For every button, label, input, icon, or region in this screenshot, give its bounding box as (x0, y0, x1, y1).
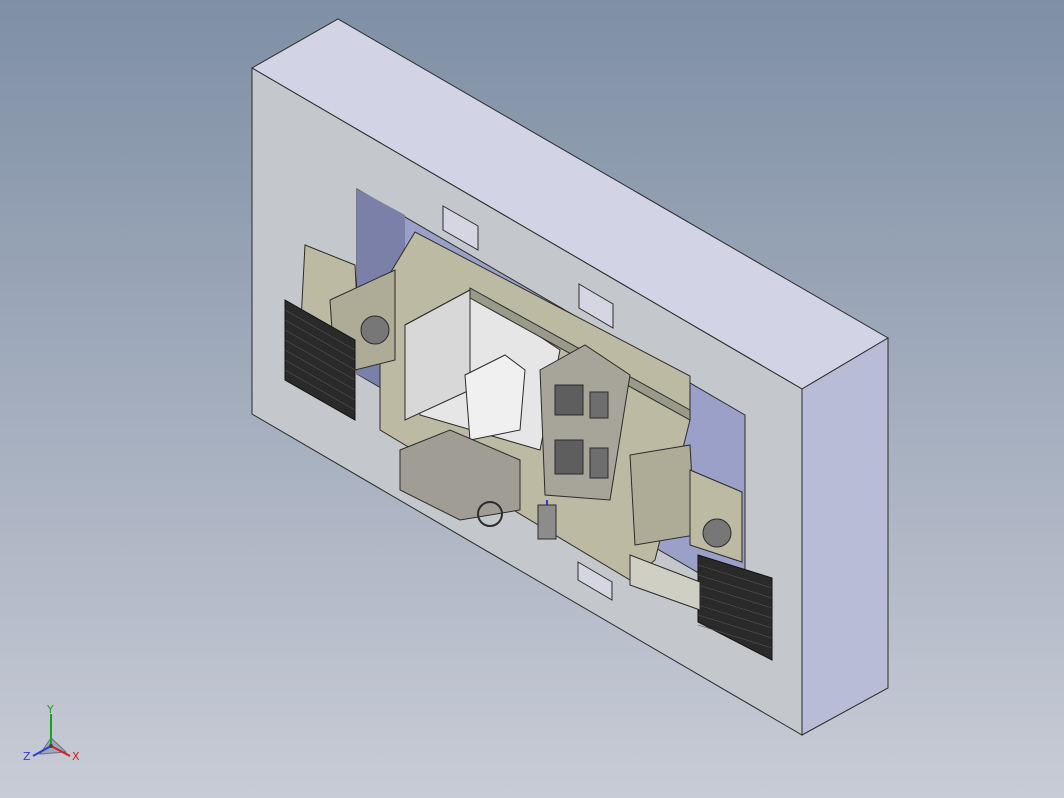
carriage-window-side-upper (589, 391, 609, 419)
triad-z-label: Z (23, 750, 31, 763)
right-motor-mount[interactable] (629, 444, 696, 546)
probe-bracket[interactable] (537, 504, 557, 540)
view-orientation-triad[interactable]: Y X Z (18, 702, 88, 772)
block-side-face[interactable] (801, 337, 889, 736)
carriage-window-side-lower (589, 447, 609, 479)
graphics-viewport[interactable]: Y X Z (0, 0, 1064, 798)
triad-x-label: X (72, 750, 80, 763)
carriage-window-upper (554, 384, 584, 416)
left-bearing (360, 315, 390, 345)
carriage-window-lower (554, 439, 584, 475)
triad-y-label: Y (46, 703, 54, 716)
right-bearing (702, 518, 732, 548)
model-view[interactable] (0, 0, 1064, 798)
triad-origin (49, 744, 53, 748)
